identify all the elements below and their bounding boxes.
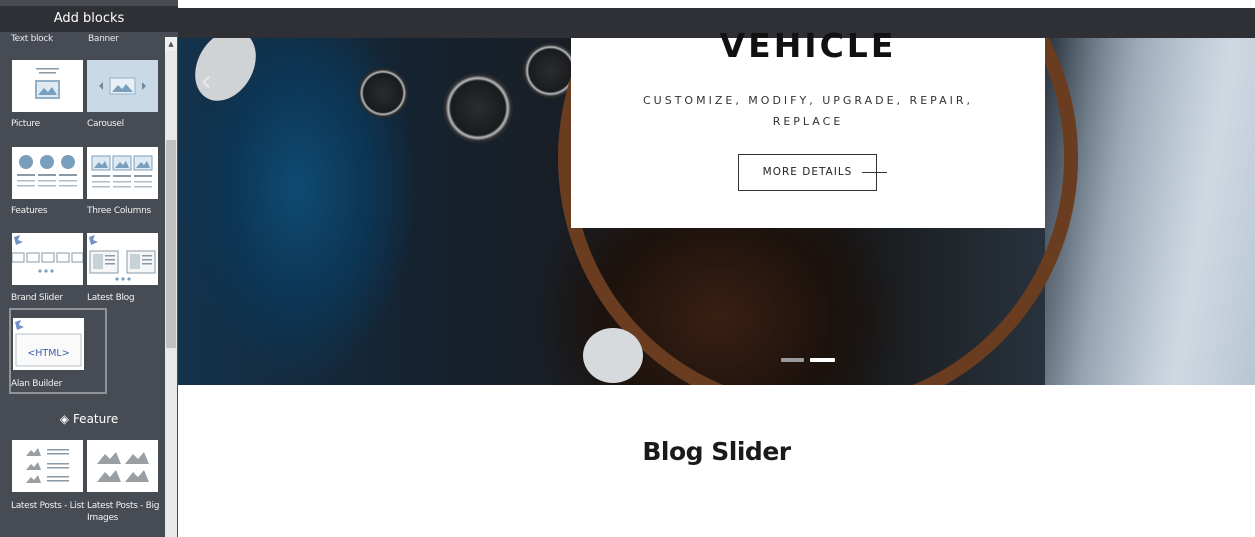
brush-icon — [89, 235, 98, 245]
diamond-icon: ◈ — [59, 412, 69, 426]
latest-posts-big-images-thumb-icon — [97, 452, 149, 482]
feature-section-heading: ◈ Feature — [0, 412, 178, 426]
hero-right-glow — [1045, 38, 1255, 385]
block-latest-posts-big-images[interactable] — [87, 440, 158, 492]
block-label-latest-posts-list: Latest Posts - List — [11, 501, 85, 511]
block-three-columns[interactable] — [87, 147, 158, 199]
gauge-image — [443, 73, 513, 143]
sidebar-scrollbar-thumb[interactable] — [166, 140, 176, 348]
scroll-up-icon[interactable]: ▲ — [165, 37, 177, 51]
hero-subtitle: CUSTOMIZE, MODIFY, UPGRADE, REPAIR, REPL… — [643, 94, 973, 128]
chevron-left-icon[interactable]: ‹ — [200, 64, 212, 99]
blocks-sidebar: Add blocks Text block Banner Picture Car… — [0, 0, 178, 537]
latest-blog-thumb-icon — [89, 235, 156, 281]
knob-image — [583, 328, 643, 383]
block-brand-slider[interactable] — [12, 233, 83, 285]
carousel-thumb-icon — [99, 77, 146, 95]
block-latest-posts-list[interactable] — [12, 440, 83, 492]
top-strip — [0, 0, 1255, 8]
three-columns-thumb-icon — [91, 155, 153, 188]
app-root: Add blocks Text block Banner Picture Car… — [0, 0, 1255, 537]
blocks-list[interactable]: Text block Banner Picture Carousel Featu… — [0, 32, 165, 537]
block-label-features: Features — [11, 206, 48, 216]
blog-slider-heading: Blog Slider — [642, 437, 791, 466]
block-picture[interactable] — [12, 60, 83, 112]
selected-block-frame — [9, 308, 107, 394]
knob-image — [182, 38, 269, 112]
button-line-decoration — [862, 172, 887, 173]
more-details-button[interactable]: MORE DETAILS — [738, 154, 877, 191]
block-label-banner: Banner — [88, 34, 119, 44]
features-thumb-icon — [17, 155, 77, 187]
brush-icon — [14, 235, 23, 245]
block-label-brand-slider: Brand Slider — [11, 293, 63, 303]
block-latest-blog[interactable] — [87, 233, 158, 285]
block-label-latest-posts-big-images: Latest Posts - Big Images — [87, 501, 160, 523]
block-label-carousel: Carousel — [87, 119, 124, 129]
slider-dot[interactable] — [781, 358, 804, 362]
picture-thumb-icon — [35, 68, 60, 99]
block-label-three-columns: Three Columns — [87, 206, 151, 216]
brand-slider-thumb-icon — [12, 235, 83, 273]
feature-heading-label: Feature — [72, 412, 119, 426]
slider-dot-active[interactable] — [810, 358, 835, 362]
hero-title: VEHICLE — [719, 26, 897, 65]
sidebar-title: Add blocks — [0, 6, 178, 32]
latest-posts-list-thumb-icon — [26, 448, 69, 483]
block-label-latest-blog: Latest Blog — [87, 293, 135, 303]
gauge-image — [358, 68, 408, 118]
block-label-text-block: Text block — [11, 34, 53, 44]
block-label-picture: Picture — [11, 119, 40, 129]
hero-card: VEHICLE CUSTOMIZE, MODIFY, UPGRADE, REPA… — [571, 26, 1045, 228]
block-carousel[interactable] — [87, 60, 158, 112]
block-features[interactable] — [12, 147, 83, 199]
